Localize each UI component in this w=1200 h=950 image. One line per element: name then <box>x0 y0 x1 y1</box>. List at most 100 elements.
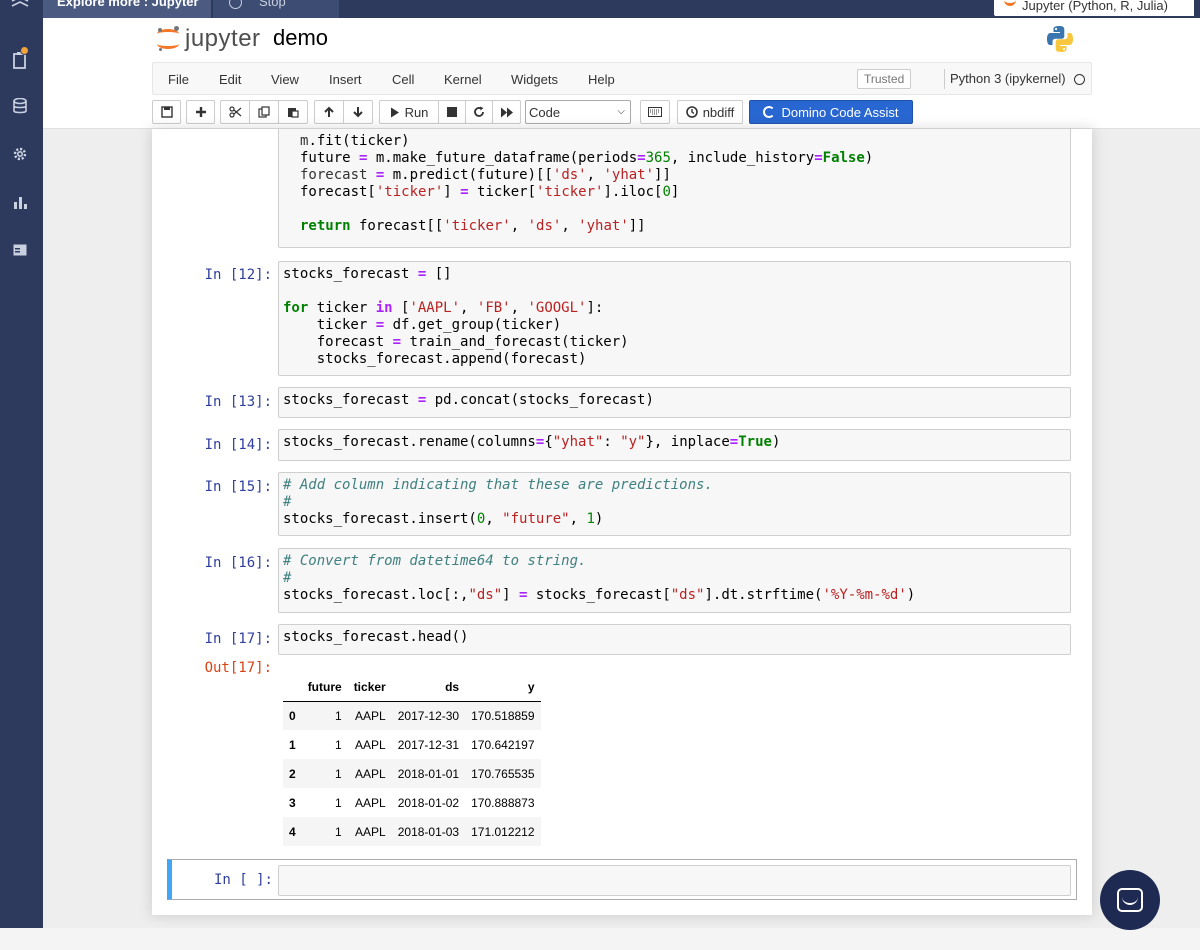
copy-cell-button[interactable] <box>249 100 279 124</box>
arrow-down-icon <box>353 107 363 118</box>
menu-insert[interactable]: Insert <box>329 72 362 87</box>
table-row: 0 1 AAPL 2017-12-30 170.518859 <box>283 701 541 730</box>
bar-chart-icon[interactable] <box>10 192 30 212</box>
menu-file[interactable]: File <box>168 72 189 87</box>
arrow-up-icon <box>324 106 334 117</box>
nbdiff-button[interactable]: nbdiff <box>677 100 743 124</box>
tab-jupyter-workspace[interactable]: Jupyter (Python, R, Julia) <box>994 0 1194 16</box>
nbdiff-label: nbdiff <box>702 104 735 120</box>
stop-button[interactable]: Stop <box>213 0 339 18</box>
code-editor[interactable]: stocks_forecast = pd.concat(stocks_forec… <box>278 387 1071 418</box>
table-cell: 1 <box>335 795 342 810</box>
stop-icon <box>229 0 242 9</box>
kernel-separator <box>944 69 945 89</box>
menu-cell[interactable]: Cell <box>392 72 414 87</box>
menu-edit[interactable]: Edit <box>219 72 241 87</box>
table-cell: 2018-01-01 <box>397 766 460 781</box>
output-prompt: Out[17]: <box>204 660 272 676</box>
code-editor[interactable]: # Add column indicating that these are p… <box>278 472 1071 536</box>
menu-help[interactable]: Help <box>588 72 615 87</box>
row-index: 3 <box>289 795 296 810</box>
column-header: ticker <box>347 673 392 702</box>
code-editor[interactable]: # Convert from datetime64 to string. # s… <box>278 548 1071 613</box>
notification-dot <box>20 46 29 55</box>
menu-bar: File Edit View Insert Cell Kernel Widget… <box>152 62 1092 95</box>
save-button[interactable] <box>152 100 181 124</box>
database-icon[interactable] <box>10 96 30 116</box>
notebook-container: m.fit(ticker) future = m.make_future_dat… <box>152 129 1092 915</box>
copy-icon <box>258 106 270 118</box>
domino-label: Domino Code Assist <box>781 104 899 120</box>
table-cell: AAPL <box>355 737 386 752</box>
panel-icon[interactable] <box>10 240 30 260</box>
code-editor-partial[interactable]: m.fit(ticker) future = m.make_future_dat… <box>278 129 1071 248</box>
kernel-name[interactable]: Python 3 (ipykernel) <box>950 71 1066 86</box>
move-up-button[interactable] <box>314 100 344 124</box>
selected-empty-cell[interactable]: In [ ]: <box>167 859 1077 900</box>
table-cell: 2018-01-03 <box>397 824 460 839</box>
move-down-button[interactable] <box>343 100 373 124</box>
table-row: 2 1 AAPL 2018-01-01 170.765535 <box>283 759 541 788</box>
restart-icon <box>474 106 484 117</box>
table-cell: 170.888873 <box>471 795 535 810</box>
settings-gear-icon[interactable] <box>10 144 30 164</box>
column-header <box>283 673 302 702</box>
run-button[interactable]: Run <box>379 100 439 124</box>
trusted-indicator[interactable]: Trusted <box>857 69 912 89</box>
table-cell: 170.765535 <box>471 766 535 781</box>
paste-cell-button[interactable] <box>278 100 308 124</box>
domino-logo-icon[interactable] <box>10 0 30 14</box>
row-index: 2 <box>289 766 296 781</box>
jupyter-planet-icon <box>157 26 179 52</box>
table-row: 4 1 AAPL 2018-01-03 171.012212 <box>283 817 541 846</box>
insert-cell-button[interactable] <box>186 100 215 124</box>
input-prompt: In [ ]: <box>213 872 273 888</box>
kernel-status-icon <box>1074 74 1085 85</box>
fast-forward-icon <box>500 107 513 117</box>
table-cell: 171.012212 <box>471 824 535 839</box>
menu-kernel[interactable]: Kernel <box>444 72 482 87</box>
cell-type-select[interactable]: Code ⌵ <box>525 100 631 124</box>
table-cell: 2017-12-31 <box>397 737 460 752</box>
input-prompt: In [14]: <box>204 437 272 453</box>
table-cell: 2017-12-30 <box>397 708 460 723</box>
input-prompt: In [15]: <box>204 479 272 495</box>
table-row: 1 1 AAPL 2017-12-31 170.642197 <box>283 730 541 759</box>
tab-explore-jupyter[interactable]: Explore more : Jupyter <box>43 0 211 18</box>
notebook-title[interactable]: demo <box>273 25 328 51</box>
command-palette-button[interactable] <box>640 100 670 124</box>
table-cell: AAPL <box>355 708 386 723</box>
code-editor-empty[interactable] <box>278 865 1071 896</box>
input-prompt: In [16]: <box>204 555 272 571</box>
menu-widgets[interactable]: Widgets <box>511 72 558 87</box>
table-cell: 170.642197 <box>471 737 535 752</box>
domino-code-assist-button[interactable]: Domino Code Assist <box>749 100 913 124</box>
restart-run-all-button[interactable] <box>492 100 521 124</box>
python-logo-icon <box>1045 24 1075 54</box>
input-prompt: In [13]: <box>204 394 272 410</box>
code-editor[interactable]: stocks_forecast.rename(columns={"yhat": … <box>278 429 1071 461</box>
table-cell: 2018-01-02 <box>397 795 460 810</box>
domino-spinner-icon <box>763 106 776 118</box>
table-cell: 170.518859 <box>471 708 535 723</box>
dataframe-output: future ticker ds y 0 1 AAPL 2017-12-30 1… <box>283 673 541 846</box>
column-header: future <box>301 673 348 702</box>
plus-icon <box>195 107 206 117</box>
cut-cell-button[interactable] <box>220 100 250 124</box>
left-rail <box>0 0 43 928</box>
table-cell: 1 <box>335 708 342 723</box>
chat-icon <box>1117 888 1143 912</box>
paste-icon <box>288 108 299 118</box>
code-editor[interactable]: stocks_forecast = [] for ticker in ['AAP… <box>278 261 1071 376</box>
chat-support-button[interactable] <box>1100 870 1160 930</box>
notebook-header: jupyter demo File Edit View Insert Cell … <box>43 18 1200 129</box>
keyboard-icon <box>648 107 662 117</box>
chevron-down-icon: ⌵ <box>617 106 625 117</box>
kernel-tab-label: Jupyter (Python, R, Julia) <box>1022 0 1168 13</box>
code-editor[interactable]: stocks_forecast.head() <box>278 624 1071 655</box>
interrupt-button[interactable] <box>438 100 466 124</box>
table-cell: AAPL <box>355 766 386 781</box>
menu-view[interactable]: View <box>271 72 299 87</box>
restart-button[interactable] <box>465 100 493 124</box>
jupyter-logo[interactable]: jupyter <box>157 24 261 54</box>
